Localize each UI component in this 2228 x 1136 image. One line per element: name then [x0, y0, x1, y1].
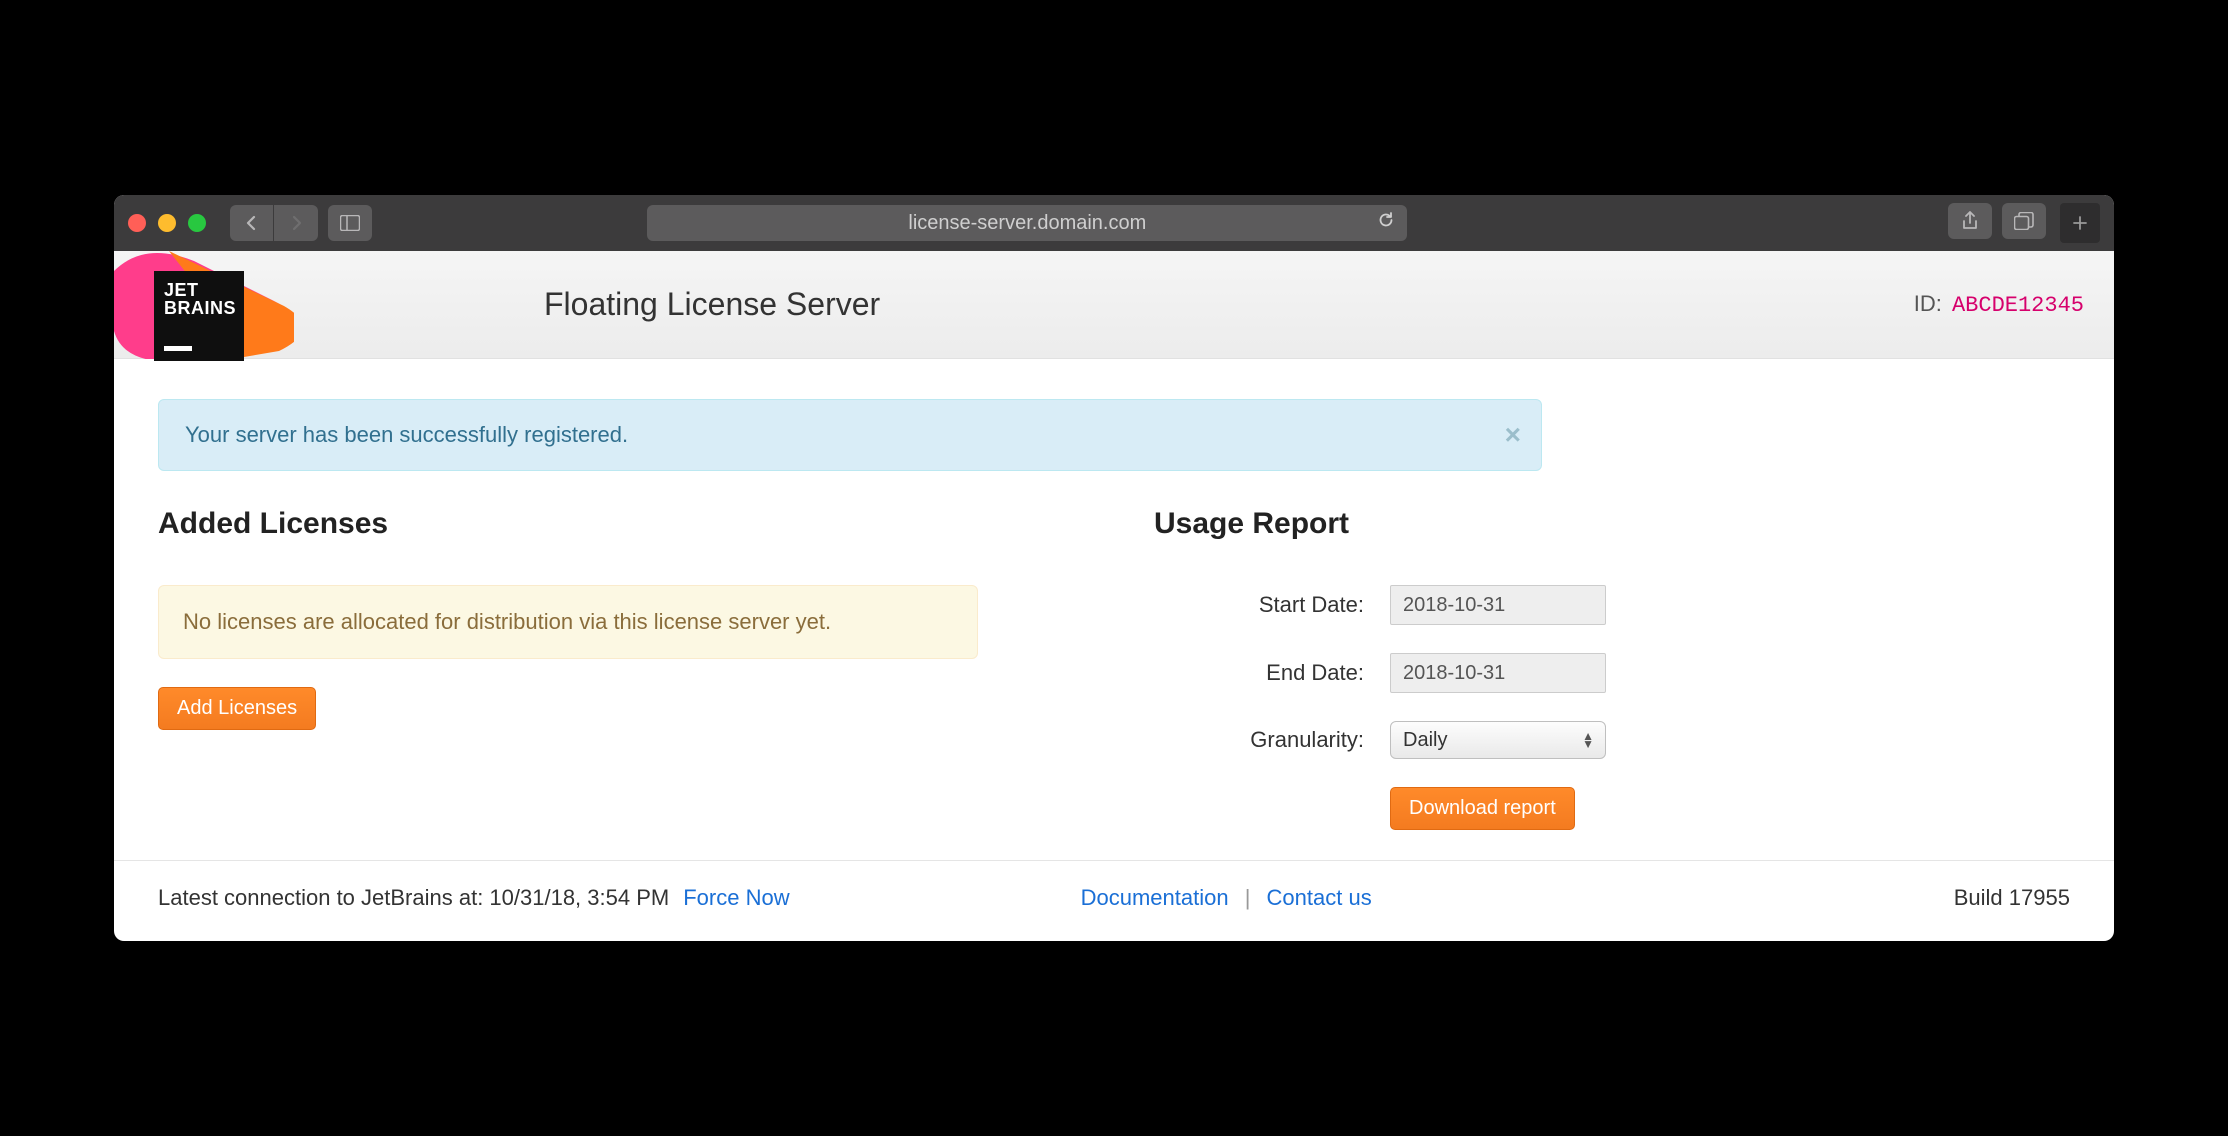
id-value: ABCDE12345 — [1952, 293, 2084, 318]
usage-report-section: Usage Report Start Date: End Date: Granu… — [1154, 507, 2070, 830]
close-alert-button[interactable]: × — [1505, 421, 1521, 449]
minimize-window-button[interactable] — [158, 214, 176, 232]
granularity-label: Granularity: — [1154, 727, 1364, 753]
url-text: license-server.domain.com — [908, 212, 1146, 235]
no-licenses-text: No licenses are allocated for distributi… — [183, 609, 831, 634]
logo[interactable]: JET BRAINS — [114, 251, 314, 359]
success-alert: Your server has been successfully regist… — [158, 399, 1542, 471]
force-now-link[interactable]: Force Now — [683, 885, 789, 911]
close-window-button[interactable] — [128, 214, 146, 232]
browser-toolbar: license-server.domain.com — [114, 195, 2114, 251]
end-date-input[interactable] — [1390, 653, 1606, 693]
traffic-lights — [128, 214, 206, 232]
no-licenses-alert: No licenses are allocated for distributi… — [158, 585, 978, 659]
browser-window: license-server.domain.com — [114, 195, 2114, 941]
reload-icon[interactable] — [1377, 211, 1395, 235]
tabs-button[interactable] — [2002, 203, 2046, 239]
page-title: Floating License Server — [544, 286, 880, 323]
usage-report-title: Usage Report — [1154, 507, 2070, 541]
server-id: ID: ABCDE12345 — [1914, 291, 2084, 318]
end-date-label: End Date: — [1154, 660, 1364, 686]
success-alert-text: Your server has been successfully regist… — [185, 422, 628, 447]
address-bar[interactable]: license-server.domain.com — [647, 205, 1407, 241]
footer: Latest connection to JetBrains at: 10/31… — [114, 860, 2114, 941]
new-tab-button[interactable] — [2060, 203, 2100, 243]
back-button[interactable] — [230, 205, 274, 241]
content: Your server has been successfully regist… — [114, 359, 2114, 860]
logo-text-line1: JET — [164, 281, 234, 299]
nav-buttons — [230, 205, 318, 241]
start-date-label: Start Date: — [1154, 592, 1364, 618]
separator: | — [1245, 885, 1251, 910]
documentation-link[interactable]: Documentation — [1081, 885, 1229, 910]
build-number: Build 17955 — [1954, 885, 2070, 911]
download-report-button[interactable]: Download report — [1390, 787, 1575, 830]
contact-us-link[interactable]: Contact us — [1267, 885, 1372, 910]
added-licenses-title: Added Licenses — [158, 507, 1074, 541]
id-label: ID: — [1914, 291, 1942, 316]
page-header: JET BRAINS Floating License Server ID: A… — [114, 251, 2114, 359]
start-date-input[interactable] — [1390, 585, 1606, 625]
jetbrains-logo-square: JET BRAINS — [154, 271, 244, 361]
maximize-window-button[interactable] — [188, 214, 206, 232]
logo-text-line2: BRAINS — [164, 299, 234, 317]
added-licenses-section: Added Licenses No licenses are allocated… — [158, 507, 1074, 830]
sidebar-toggle-button[interactable] — [328, 205, 372, 241]
add-licenses-button[interactable]: Add Licenses — [158, 687, 316, 730]
latest-connection-text: Latest connection to JetBrains at: 10/31… — [158, 885, 669, 911]
share-button[interactable] — [1948, 203, 1992, 239]
granularity-select[interactable]: Daily — [1390, 721, 1606, 759]
forward-button[interactable] — [274, 205, 318, 241]
